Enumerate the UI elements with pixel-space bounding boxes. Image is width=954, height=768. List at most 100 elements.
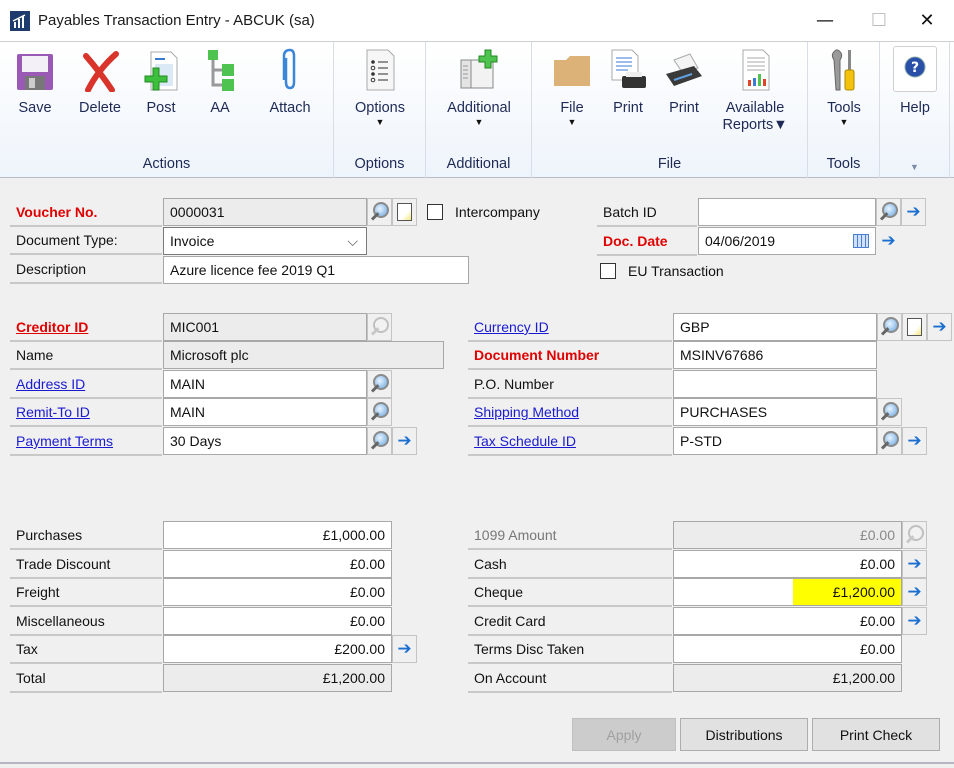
- payment-terms-expand-button[interactable]: ➔: [392, 427, 417, 455]
- svg-text:?: ?: [911, 60, 919, 76]
- currency-new-button[interactable]: [902, 313, 927, 341]
- attach-button[interactable]: Attach: [258, 46, 322, 117]
- name-field[interactable]: Microsoft plc: [163, 341, 444, 369]
- credit-card-field[interactable]: £0.00: [673, 607, 902, 635]
- intercompany-checkbox[interactable]: [427, 204, 443, 220]
- credit-card-expand-button[interactable]: ➔: [902, 607, 927, 635]
- doc-date-field[interactable]: 04/06/2019: [698, 227, 876, 255]
- shipping-method-field[interactable]: PURCHASES: [673, 398, 877, 426]
- ribbon: Save Delete Post AA Attach Actions Optio…: [0, 42, 954, 178]
- save-button[interactable]: Save: [10, 46, 60, 117]
- address-lookup-button[interactable]: [367, 370, 392, 398]
- print-document-button[interactable]: Print: [604, 46, 652, 117]
- batch-id-field[interactable]: [698, 198, 876, 226]
- voucher-lookup-button[interactable]: [367, 198, 392, 226]
- lookup-icon: [371, 431, 389, 451]
- document-number-label: Document Number: [468, 342, 672, 370]
- remit-to-id-field[interactable]: MAIN: [163, 398, 367, 426]
- tax-expand-button[interactable]: ➔: [392, 635, 417, 663]
- payment-terms-lookup-button[interactable]: [367, 427, 392, 455]
- ribbon-group-tools: Tools ▼ Tools: [808, 42, 880, 178]
- document-type-label: Document Type:: [10, 227, 162, 255]
- purchases-label: Purchases: [10, 522, 162, 550]
- arrow-right-icon: ➔: [397, 638, 412, 659]
- creditor-id-field[interactable]: MIC001: [163, 313, 367, 341]
- tax-field[interactable]: £200.00: [163, 635, 392, 663]
- apply-button[interactable]: Apply: [572, 718, 676, 751]
- terms-disc-taken-field[interactable]: £0.00: [673, 635, 902, 663]
- available-reports-button[interactable]: Available Reports▼: [712, 46, 798, 134]
- document-type-select[interactable]: Invoice ⌵: [163, 227, 367, 255]
- calendar-icon[interactable]: [853, 234, 869, 248]
- tax-schedule-id-link[interactable]: Tax Schedule ID: [468, 428, 672, 456]
- help-button[interactable]: ? Help: [890, 46, 940, 117]
- po-number-field[interactable]: [673, 370, 877, 398]
- remit-to-lookup-button[interactable]: [367, 398, 392, 426]
- cash-field[interactable]: £0.00: [673, 550, 902, 578]
- document-type-value: Invoice: [170, 233, 215, 249]
- currency-lookup-button[interactable]: [877, 313, 902, 341]
- payment-terms-link[interactable]: Payment Terms: [10, 428, 162, 456]
- new-document-icon: [397, 203, 412, 221]
- voucher-no-field[interactable]: 0000031: [163, 198, 367, 226]
- currency-id-link[interactable]: Currency ID: [468, 314, 672, 342]
- freight-field[interactable]: £0.00: [163, 578, 392, 606]
- maximize-button[interactable]: ☐: [856, 4, 902, 36]
- address-id-link[interactable]: Address ID: [10, 371, 162, 399]
- tax-schedule-id-field[interactable]: P-STD: [673, 427, 877, 455]
- batch-expand-button[interactable]: ➔: [901, 198, 926, 226]
- trade-discount-field[interactable]: £0.00: [163, 550, 392, 578]
- help-icon: ?: [893, 46, 937, 92]
- cheque-expand-button[interactable]: ➔: [902, 578, 927, 606]
- name-label: Name: [10, 342, 162, 370]
- voucher-new-button[interactable]: [392, 198, 417, 226]
- tools-button[interactable]: Tools ▼: [816, 46, 872, 127]
- payment-terms-field[interactable]: 30 Days: [163, 427, 367, 455]
- cheque-field[interactable]: £1,200.00: [673, 578, 902, 606]
- cash-expand-button[interactable]: ➔: [902, 550, 927, 578]
- tax-schedule-lookup-button[interactable]: [877, 427, 902, 455]
- remit-to-id-link[interactable]: Remit-To ID: [10, 399, 162, 427]
- post-button[interactable]: Post: [138, 46, 184, 117]
- minimize-button[interactable]: —: [802, 4, 848, 36]
- print-button[interactable]: Print: [660, 46, 708, 117]
- batch-lookup-button[interactable]: [876, 198, 901, 226]
- creditor-id-link[interactable]: Creditor ID: [10, 314, 162, 342]
- close-button[interactable]: ✕: [904, 4, 950, 36]
- doc-date-expand-button[interactable]: ➔: [876, 227, 901, 255]
- aa-button[interactable]: AA: [200, 46, 240, 117]
- lookup-icon: [906, 525, 924, 545]
- print-check-button[interactable]: Print Check: [812, 718, 940, 751]
- ribbon-group-options: Options ▼ Options: [334, 42, 426, 178]
- delete-button[interactable]: Delete: [70, 46, 130, 117]
- tax-schedule-expand-button[interactable]: ➔: [902, 427, 927, 455]
- miscellaneous-field[interactable]: £0.00: [163, 607, 392, 635]
- creditor-lookup-button[interactable]: [367, 313, 392, 341]
- description-label: Description: [10, 256, 162, 284]
- currency-expand-button[interactable]: ➔: [927, 313, 952, 341]
- 1099-amount-label: 1099 Amount: [468, 522, 672, 550]
- doc-date-value: 04/06/2019: [705, 233, 776, 249]
- file-button[interactable]: File ▼: [550, 46, 594, 127]
- distributions-button[interactable]: Distributions: [680, 718, 808, 751]
- shipping-method-link[interactable]: Shipping Method: [468, 399, 672, 427]
- options-button[interactable]: Options ▼: [344, 46, 416, 127]
- arrow-right-icon: ➔: [906, 201, 921, 222]
- ribbon-group-label: Options: [354, 156, 405, 172]
- ribbon-expand-icon[interactable]: ▼: [880, 162, 949, 172]
- address-id-field[interactable]: MAIN: [163, 370, 367, 398]
- additional-button[interactable]: Additional ▼: [434, 46, 524, 127]
- 1099-lookup-button[interactable]: [902, 521, 927, 549]
- aa-icon: [200, 46, 240, 92]
- ribbon-group-label: Tools: [826, 156, 861, 172]
- shipping-lookup-button[interactable]: [877, 398, 902, 426]
- tools-icon: [824, 46, 864, 92]
- document-number-field[interactable]: MSINV67686: [673, 341, 877, 369]
- printer-icon: [664, 46, 704, 92]
- eu-transaction-checkbox[interactable]: [600, 263, 616, 279]
- currency-id-field[interactable]: GBP: [673, 313, 877, 341]
- description-field[interactable]: Azure licence fee 2019 Q1: [163, 256, 469, 284]
- purchases-field[interactable]: £1,000.00: [163, 521, 392, 549]
- arrow-right-icon: ➔: [907, 610, 922, 631]
- ribbon-group-file: File ▼ Print Print Available Reports▼ Fi…: [532, 42, 808, 178]
